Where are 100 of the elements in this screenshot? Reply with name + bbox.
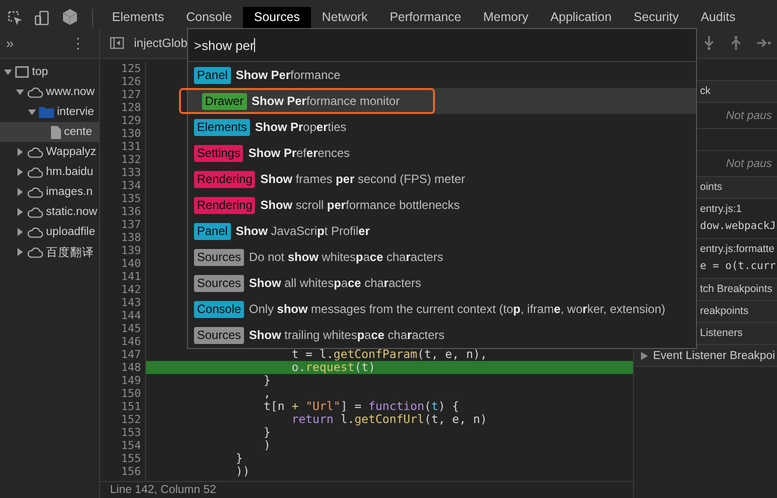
cloud-icon bbox=[27, 226, 43, 238]
code-line: } bbox=[234, 452, 244, 465]
category-tag: Elements bbox=[194, 118, 250, 136]
tree-item[interactable]: top bbox=[0, 62, 99, 82]
tree-label: intervie bbox=[57, 106, 94, 118]
cube-icon[interactable] bbox=[61, 8, 79, 26]
category-tag: Sources bbox=[194, 248, 244, 266]
tree-item[interactable]: cente bbox=[0, 122, 99, 142]
tree-label: uploadfile bbox=[46, 226, 96, 238]
command-label: Show JavaScript Profiler bbox=[236, 224, 370, 238]
tree-item[interactable]: Wappalyz bbox=[0, 142, 99, 162]
expand-arrow-icon[interactable] bbox=[16, 168, 24, 176]
section-header[interactable]: oints bbox=[699, 177, 777, 198]
status-note: Not paus bbox=[726, 109, 772, 124]
category-tag: Panel bbox=[194, 66, 231, 84]
line-number: 130 bbox=[120, 127, 142, 140]
command-label: Show all whitespace characters bbox=[249, 276, 422, 290]
line-number: 141 bbox=[120, 270, 142, 283]
tree-item[interactable]: hm.baidu bbox=[0, 162, 99, 182]
category-tag: Console bbox=[194, 300, 244, 318]
panel-tab[interactable]: Audits bbox=[690, 7, 746, 28]
category-tag: Panel bbox=[194, 222, 231, 240]
expand-arrow-icon[interactable] bbox=[16, 188, 24, 196]
command-label: Only show messages from the current context (top, iframe, worker, extension) bbox=[249, 302, 666, 316]
section-header[interactable]: Event Listener Breakpoi bbox=[634, 345, 777, 367]
breakpoint-code: dow.webpackJ bbox=[699, 219, 776, 234]
line-number: 147 bbox=[120, 348, 142, 361]
expand-arrow-icon[interactable] bbox=[16, 148, 24, 156]
command-item[interactable]: Rendering Show frames per second (FPS) meter bbox=[188, 166, 696, 192]
section-header[interactable]: Listeners bbox=[699, 323, 777, 344]
sidebar-toggle-icon[interactable] bbox=[110, 37, 124, 49]
section-header[interactable]: tch Breakpoints bbox=[699, 279, 777, 300]
expand-arrow-icon[interactable] bbox=[4, 68, 12, 76]
tree-item[interactable]: intervie bbox=[0, 102, 99, 122]
section-header[interactable]: ck bbox=[699, 81, 777, 102]
expand-arrow-icon[interactable] bbox=[16, 248, 24, 256]
command-label: Show Performance monitor bbox=[252, 94, 400, 108]
line-number: 154 bbox=[120, 439, 142, 452]
step-out-icon[interactable] bbox=[730, 36, 742, 50]
line-number: 128 bbox=[120, 101, 142, 114]
expand-arrow-icon[interactable] bbox=[641, 352, 648, 360]
tree-label: static.now bbox=[46, 206, 98, 218]
line-number: 127 bbox=[120, 88, 142, 101]
device-icon[interactable] bbox=[34, 10, 50, 26]
breakpoint-file[interactable]: entry.js:1 bbox=[699, 199, 742, 217]
breakpoint-file[interactable]: entry.js:formatte bbox=[699, 239, 774, 257]
panel-tab[interactable]: Performance bbox=[378, 7, 472, 28]
panel-tab[interactable]: Network bbox=[310, 7, 379, 28]
command-item[interactable]: Settings Show Preferences bbox=[188, 140, 696, 166]
panel-tab[interactable]: Security bbox=[622, 7, 690, 28]
folder-icon bbox=[39, 106, 54, 118]
line-number: 151 bbox=[120, 400, 142, 413]
code-line: ) bbox=[262, 439, 272, 452]
panel-tab[interactable]: Application bbox=[539, 7, 623, 28]
tree-item[interactable]: uploadfile bbox=[0, 222, 99, 242]
line-number: 150 bbox=[120, 387, 142, 400]
code-line: t[n + "Url"] = function(t) { bbox=[262, 400, 460, 413]
more-tabs-button[interactable]: » bbox=[0, 34, 20, 52]
line-number: 137 bbox=[120, 218, 142, 231]
panel-tab[interactable]: Memory bbox=[472, 7, 540, 28]
command-item[interactable]: Panel Show JavaScript Profiler bbox=[188, 218, 696, 244]
command-item[interactable]: Rendering Show scroll performance bottlenecks bbox=[188, 192, 696, 218]
tree-item[interactable]: 百度翻译 bbox=[0, 242, 99, 262]
tree-label: top bbox=[32, 66, 48, 78]
line-number: 140 bbox=[120, 257, 142, 270]
tree-label: 百度翻译 bbox=[46, 246, 94, 260]
inspect-icon[interactable] bbox=[7, 10, 23, 26]
line-number: 138 bbox=[120, 231, 142, 244]
line-number: 131 bbox=[120, 140, 142, 153]
step-icon[interactable] bbox=[757, 37, 771, 49]
cloud-icon bbox=[27, 186, 43, 198]
frame-icon bbox=[15, 66, 29, 78]
line-number: 153 bbox=[120, 426, 142, 439]
command-item[interactable]: Sources Do not show whitespace characters bbox=[188, 244, 696, 270]
command-item[interactable]: Panel Show Performance bbox=[188, 62, 696, 88]
panel-tab[interactable]: Console bbox=[175, 7, 243, 28]
cloud-icon bbox=[27, 206, 43, 218]
command-item[interactable]: Sources Show trailing whitespace characters bbox=[188, 322, 696, 348]
expand-arrow-icon[interactable] bbox=[16, 208, 24, 216]
category-tag: Rendering bbox=[194, 196, 256, 214]
step-into-icon[interactable] bbox=[703, 36, 715, 50]
expand-arrow-icon[interactable] bbox=[16, 228, 24, 236]
panel-tab[interactable]: Sources bbox=[242, 7, 311, 28]
code-line: } bbox=[262, 426, 272, 439]
command-item[interactable]: Sources Show all whitespace characters bbox=[188, 270, 696, 296]
menu-button[interactable]: ⋮ bbox=[65, 34, 91, 52]
file-tab[interactable]: injectGlob bbox=[134, 36, 188, 50]
panel-tab[interactable]: Elements bbox=[101, 7, 176, 28]
command-input[interactable]: >show per bbox=[188, 29, 696, 62]
section-header[interactable]: reakpoints bbox=[699, 301, 777, 322]
tree-item[interactable]: static.now bbox=[0, 202, 99, 222]
expand-arrow-icon[interactable] bbox=[28, 108, 36, 116]
code-line: )) bbox=[234, 465, 251, 478]
line-number: 133 bbox=[120, 166, 142, 179]
code-line: t = l.getConfParam(t, e, n), bbox=[290, 348, 488, 361]
command-item[interactable]: Console Only show messages from the current context (top, iframe, worker, extension) bbox=[188, 296, 696, 322]
tree-item[interactable]: www.now bbox=[0, 82, 99, 102]
expand-arrow-icon[interactable] bbox=[16, 88, 24, 96]
tree-item[interactable]: images.n bbox=[0, 182, 99, 202]
command-item[interactable]: Elements Show Properties bbox=[188, 114, 696, 140]
